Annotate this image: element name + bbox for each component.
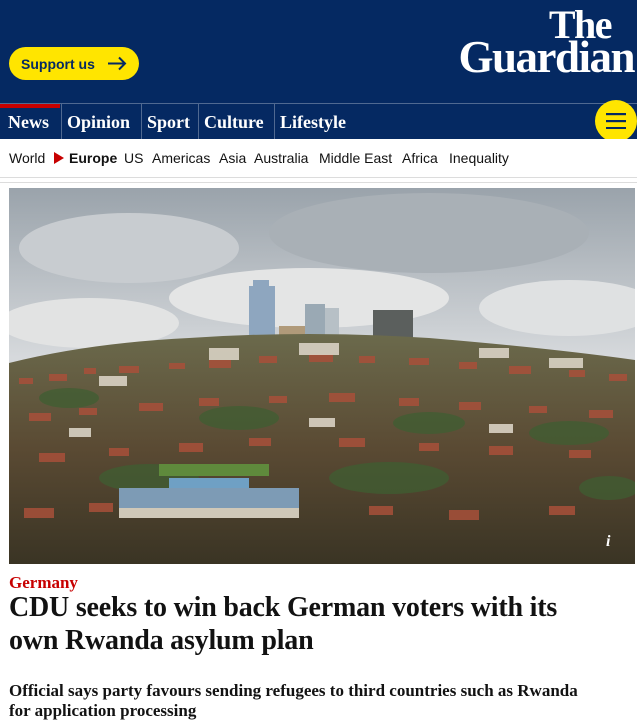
pillar-culture[interactable]: Culture xyxy=(198,104,274,139)
pillar-lifestyle[interactable]: Lifestyle xyxy=(274,104,364,139)
divider xyxy=(0,182,637,183)
sub-nav: World Europe US Americas Asia Australia … xyxy=(0,139,637,177)
hamburger-icon xyxy=(606,113,626,129)
arrow-right-icon xyxy=(108,56,127,71)
section-kicker[interactable]: Germany xyxy=(9,573,78,593)
menu-button[interactable] xyxy=(595,100,637,142)
article-headline: CDU seeks to win back German voters with… xyxy=(9,592,558,656)
info-icon[interactable]: i xyxy=(606,533,624,555)
subnav-item-middle-east[interactable]: Middle East xyxy=(319,150,392,166)
pillar-nav: News Opinion Sport Culture Lifestyle xyxy=(0,103,637,139)
support-us-button[interactable]: Support us xyxy=(9,47,139,80)
hero-image[interactable] xyxy=(9,188,635,564)
article-standfirst: Official says party favours sending refu… xyxy=(9,681,578,720)
subnav-item-us[interactable]: US xyxy=(124,150,143,166)
subnav-item-inequality[interactable]: Inequality xyxy=(449,150,509,166)
divider xyxy=(0,177,637,178)
subnav-item-americas[interactable]: Americas xyxy=(152,150,210,166)
subnav-item-world[interactable]: World xyxy=(9,150,45,166)
support-us-label: Support us xyxy=(21,55,95,72)
subnav-item-africa[interactable]: Africa xyxy=(402,150,438,166)
subnav-item-australia[interactable]: Australia xyxy=(254,150,308,166)
masthead: Support us The Guardian xyxy=(0,0,637,103)
guardian-logo[interactable]: The Guardian xyxy=(434,5,635,82)
pillar-opinion[interactable]: Opinion xyxy=(61,104,141,139)
logo-line-2: Guardian xyxy=(458,32,635,82)
current-section-triangle-icon xyxy=(54,152,64,164)
pillar-news[interactable]: News xyxy=(0,104,60,139)
subnav-item-asia[interactable]: Asia xyxy=(219,150,246,166)
hillside-city-photo xyxy=(9,188,635,564)
pillar-sport[interactable]: Sport xyxy=(141,104,199,139)
subnav-item-europe[interactable]: Europe xyxy=(69,150,117,166)
